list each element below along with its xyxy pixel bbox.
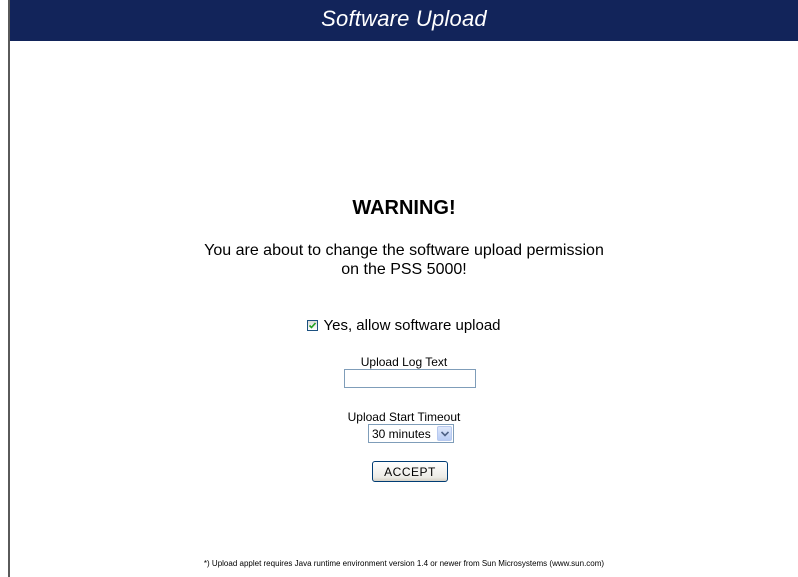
header-bar: Software Upload xyxy=(10,0,798,41)
timeout-selected-value: 30 minutes xyxy=(372,427,431,441)
accept-button[interactable]: ACCEPT xyxy=(372,461,448,482)
warning-message-line2: on the PSS 5000! xyxy=(341,261,467,278)
chevron-down-icon[interactable] xyxy=(437,426,452,441)
warning-message-line1: You are about to change the software upl… xyxy=(204,242,604,259)
upload-log-text-input[interactable] xyxy=(344,369,476,388)
checkmark-icon xyxy=(309,322,317,329)
upload-start-timeout-label: Upload Start Timeout xyxy=(347,410,461,424)
allow-upload-label[interactable]: Yes, allow software upload xyxy=(323,317,500,334)
upload-log-text-label: Upload Log Text xyxy=(360,355,448,369)
java-requirement-footnote: *) Upload applet requires Java runtime e… xyxy=(203,559,605,568)
warning-title: WARNING! xyxy=(352,197,456,219)
allow-upload-checkbox[interactable] xyxy=(307,320,319,331)
main-content: WARNING! You are about to change the sof… xyxy=(10,41,798,577)
upload-start-timeout-select[interactable]: 30 minutes xyxy=(368,424,454,443)
page-title: Software Upload xyxy=(321,6,487,31)
allow-upload-row: Yes, allow software upload xyxy=(10,317,798,334)
